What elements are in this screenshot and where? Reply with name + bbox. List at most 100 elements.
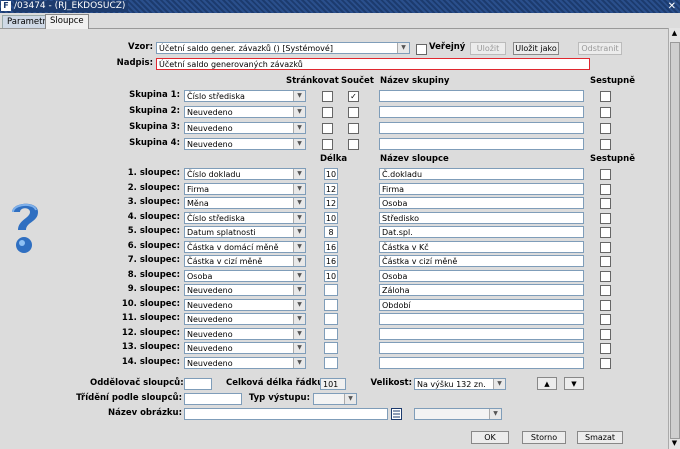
oddelovac-input[interactable] xyxy=(184,378,212,390)
column-select[interactable]: Neuvedeno ▼ xyxy=(184,313,306,325)
soucet-checkbox[interactable] xyxy=(348,123,359,134)
chevron-down-icon[interactable]: ▼ xyxy=(293,183,305,194)
column-length-input[interactable]: 12 xyxy=(324,182,338,195)
verejny-checkbox[interactable] xyxy=(416,44,427,55)
chevron-down-icon[interactable]: ▼ xyxy=(293,256,305,266)
column-select[interactable]: Částka v domácí měně ▼ xyxy=(184,240,306,253)
column-select[interactable]: Neuvedeno ▼ xyxy=(184,284,306,296)
column-length-input[interactable]: 10 xyxy=(324,211,338,224)
odstranit-button[interactable]: Odstranit xyxy=(578,42,622,55)
group-name-input[interactable] xyxy=(379,138,584,150)
group-desc-checkbox[interactable] xyxy=(600,139,611,150)
column-desc-checkbox[interactable] xyxy=(600,198,611,209)
column-desc-checkbox[interactable] xyxy=(600,285,611,296)
column-name-input[interactable]: Období xyxy=(379,298,584,311)
chevron-down-icon[interactable]: ▼ xyxy=(344,394,356,404)
group-name-input[interactable] xyxy=(379,90,584,102)
obrazek-input[interactable] xyxy=(184,408,388,420)
column-length-input[interactable]: 10 xyxy=(324,168,338,180)
list-icon[interactable] xyxy=(391,408,402,420)
column-name-input[interactable]: Firma xyxy=(379,182,584,195)
column-desc-checkbox[interactable] xyxy=(600,343,611,354)
column-name-input[interactable]: Záloha xyxy=(379,284,584,296)
chevron-down-icon[interactable]: ▼ xyxy=(293,314,305,324)
column-length-input[interactable]: 8 xyxy=(324,226,338,238)
chevron-down-icon[interactable]: ▼ xyxy=(293,357,305,368)
column-select[interactable]: Neuvedeno ▼ xyxy=(184,327,306,340)
group-desc-checkbox[interactable] xyxy=(600,91,611,102)
strankovat-checkbox[interactable] xyxy=(322,123,333,134)
chevron-down-icon[interactable]: ▼ xyxy=(493,379,505,389)
vertical-scrollbar[interactable]: ▲ ▼ xyxy=(668,28,680,449)
vzor-select[interactable]: Účetní saldo gener. závazků () [Systémov… xyxy=(156,42,410,54)
column-length-input[interactable]: 10 xyxy=(324,269,338,282)
column-length-input[interactable]: 16 xyxy=(324,255,338,267)
scroll-down-icon[interactable]: ▼ xyxy=(669,438,680,449)
smazat-button[interactable]: Smazat xyxy=(577,431,623,444)
column-select[interactable]: Datum splatnosti ▼ xyxy=(184,226,306,238)
column-name-input[interactable]: Středisko xyxy=(379,211,584,224)
strankovat-checkbox[interactable] xyxy=(322,91,333,102)
column-select[interactable]: Firma ▼ xyxy=(184,182,306,195)
column-select[interactable]: Částka v cizí měně ▼ xyxy=(184,255,306,267)
column-length-input[interactable] xyxy=(324,313,338,325)
column-desc-checkbox[interactable] xyxy=(600,270,611,282)
column-select[interactable]: Neuvedeno ▼ xyxy=(184,298,306,311)
velikost-select[interactable]: Na výšku 132 zn. ▼ xyxy=(414,378,506,390)
chevron-down-icon[interactable]: ▼ xyxy=(293,107,305,117)
column-desc-checkbox[interactable] xyxy=(600,212,611,224)
nadpis-input[interactable]: Účetní saldo generovaných závazků xyxy=(156,58,590,70)
column-desc-checkbox[interactable] xyxy=(600,241,611,253)
column-length-input[interactable] xyxy=(324,298,338,311)
obrazek-select[interactable]: ▼ xyxy=(414,408,502,420)
column-select[interactable]: Neuvedeno ▼ xyxy=(184,356,306,369)
column-desc-checkbox[interactable] xyxy=(600,299,611,311)
column-desc-checkbox[interactable] xyxy=(600,256,611,267)
column-length-input[interactable]: 12 xyxy=(324,197,338,209)
column-length-input[interactable]: 16 xyxy=(324,240,338,253)
typ-vystupu-select[interactable]: ▼ xyxy=(313,393,357,405)
group-select[interactable]: Neuvedeno ▼ xyxy=(184,122,306,134)
column-name-input[interactable]: Částka v Kč xyxy=(379,240,584,253)
group-desc-checkbox[interactable] xyxy=(600,123,611,134)
column-name-input[interactable] xyxy=(379,327,584,340)
chevron-down-icon[interactable]: ▼ xyxy=(293,227,305,237)
column-name-input[interactable] xyxy=(379,356,584,369)
chevron-down-icon[interactable]: ▼ xyxy=(293,241,305,252)
help-icon[interactable] xyxy=(4,198,44,258)
column-desc-checkbox[interactable] xyxy=(600,314,611,325)
group-select[interactable]: Neuvedeno ▼ xyxy=(184,106,306,118)
strankovat-checkbox[interactable] xyxy=(322,107,333,118)
column-name-input[interactable]: Dat.spl. xyxy=(379,226,584,238)
column-select[interactable]: Číslo střediska ▼ xyxy=(184,211,306,224)
chevron-down-icon[interactable]: ▼ xyxy=(293,299,305,310)
column-desc-checkbox[interactable] xyxy=(600,183,611,195)
column-name-input[interactable]: Částka v cizí měně xyxy=(379,255,584,267)
soucet-checkbox[interactable] xyxy=(348,107,359,118)
group-select[interactable]: Číslo střediska ▼ xyxy=(184,90,306,102)
trideni-input[interactable] xyxy=(184,393,242,405)
scroll-up-icon[interactable]: ▲ xyxy=(669,28,680,39)
close-icon[interactable]: ✕ xyxy=(668,0,676,13)
scroll-thumb[interactable] xyxy=(670,42,680,439)
chevron-down-icon[interactable]: ▼ xyxy=(293,169,305,179)
ulozit-button[interactable]: Uložit xyxy=(470,42,506,55)
soucet-checkbox[interactable]: ✓ xyxy=(348,91,359,102)
chevron-down-icon[interactable]: ▼ xyxy=(397,43,409,53)
column-name-input[interactable]: Osoba xyxy=(379,197,584,209)
chevron-down-icon[interactable]: ▼ xyxy=(293,343,305,353)
column-length-input[interactable] xyxy=(324,284,338,296)
column-name-input[interactable]: Osoba xyxy=(379,269,584,282)
storno-button[interactable]: Storno xyxy=(522,431,566,444)
column-desc-checkbox[interactable] xyxy=(600,328,611,340)
column-desc-checkbox[interactable] xyxy=(600,357,611,369)
group-name-input[interactable] xyxy=(379,122,584,134)
chevron-down-icon[interactable]: ▼ xyxy=(293,270,305,281)
column-length-input[interactable] xyxy=(324,342,338,354)
column-name-input[interactable] xyxy=(379,342,584,354)
chevron-down-icon[interactable]: ▼ xyxy=(293,123,305,133)
chevron-down-icon[interactable]: ▼ xyxy=(293,212,305,223)
column-name-input[interactable] xyxy=(379,313,584,325)
soucet-checkbox[interactable] xyxy=(348,139,359,150)
column-select[interactable]: Osoba ▼ xyxy=(184,269,306,282)
